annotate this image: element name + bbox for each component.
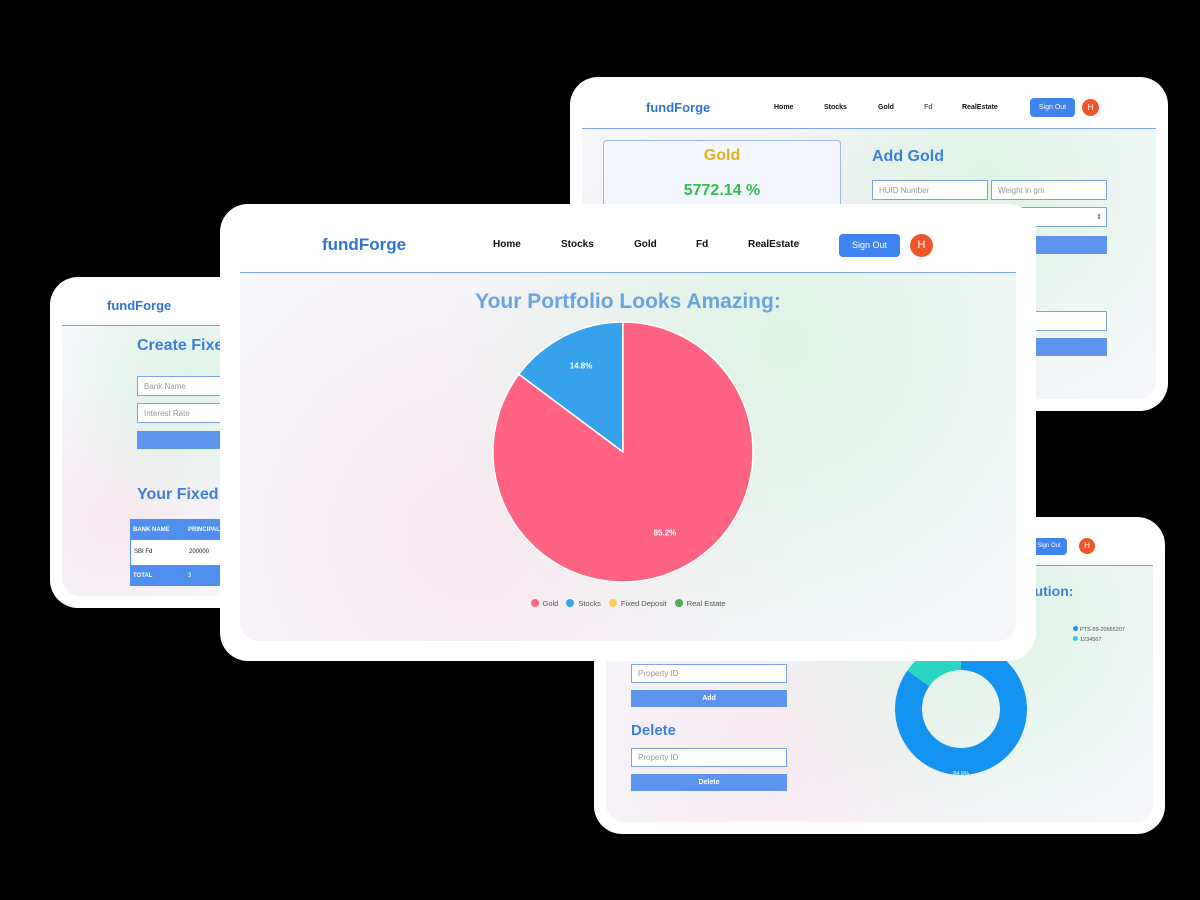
user-avatar[interactable]: H <box>1079 538 1095 554</box>
gold-summary-value: 5772.14 % <box>683 182 761 199</box>
logo[interactable]: fundForge <box>107 298 171 313</box>
weight-input[interactable]: Weight in gm <box>991 180 1107 200</box>
add-gold-title: Add Gold <box>872 148 944 165</box>
legend-label: Real Estate <box>686 598 726 608</box>
delete-property-button[interactable]: Delete <box>631 774 787 791</box>
legend-swatch <box>674 599 683 607</box>
main-navbar: fundForge Home Stocks Gold Fd RealEstate… <box>240 216 1016 273</box>
sign-out-button[interactable]: Sign Out <box>1031 538 1067 555</box>
legend-item-stocks[interactable]: Stocks <box>566 599 601 608</box>
legend-item-gold[interactable]: Gold <box>530 598 559 608</box>
huid-input[interactable]: HUID Number <box>872 180 988 200</box>
nav-fd[interactable]: Fd <box>696 239 708 250</box>
donut-legend: PTS-89-20665207 1234567 <box>1073 625 1125 645</box>
create-fd-title: Create Fixe <box>137 337 224 354</box>
nav-gold[interactable]: Gold <box>634 239 657 250</box>
header-principal: PRINCIPAL <box>188 527 220 533</box>
legend-label: 1234567 <box>1080 637 1102 643</box>
nav-home[interactable]: Home <box>493 239 521 250</box>
legend-item[interactable]: 1234567 <box>1073 635 1125 645</box>
nav-realestate[interactable]: RealEstate <box>748 239 799 250</box>
sign-out-button[interactable]: Sign Out <box>1030 98 1075 117</box>
legend-item-fixed-deposit[interactable]: Fixed Deposit <box>608 598 667 608</box>
legend-swatch <box>566 599 575 607</box>
legend-label: Stocks <box>578 598 601 608</box>
nav-fd[interactable]: Fd <box>924 104 933 111</box>
legend-swatch <box>608 599 617 607</box>
legend-swatch <box>1073 636 1078 641</box>
logo[interactable]: fundForge <box>322 235 406 255</box>
legend-item[interactable]: PTS-89-20665207 <box>1073 625 1125 635</box>
legend-label: PTS-89-20665207 <box>1080 627 1125 633</box>
total-value: 3 <box>188 573 192 579</box>
header-bank-name: BANK NAME <box>133 527 170 533</box>
add-property-button[interactable]: Add <box>631 690 787 707</box>
nav-stocks[interactable]: Stocks <box>561 239 594 250</box>
delete-title: Delete <box>631 722 677 739</box>
fd-navbar: fundForge <box>62 289 243 326</box>
pie-value-label: 14.8% <box>570 361 593 370</box>
legend-label: Fixed Deposit <box>620 598 667 608</box>
stepper-icon[interactable]: ⇕ <box>1096 213 1102 221</box>
nav-stocks[interactable]: Stocks <box>824 104 847 111</box>
pie-value-label: 85.2% <box>654 529 677 538</box>
cell-bank-name: SBI Fd <box>134 549 153 555</box>
gold-navbar: fundForge Home Stocks Gold Fd RealEstate… <box>582 89 1156 129</box>
donut-value-label: 84.9% <box>953 771 969 777</box>
gold-summary-title: Gold <box>703 147 741 164</box>
sign-out-button[interactable]: Sign Out <box>839 234 900 257</box>
cell-principal: 200000 <box>189 549 210 555</box>
portfolio-heading: Your Portfolio Looks Amazing: <box>475 290 781 313</box>
property-id-input[interactable]: Property ID <box>631 664 787 683</box>
nav-realestate[interactable]: RealEstate <box>962 104 998 111</box>
logo[interactable]: fundForge <box>646 100 710 115</box>
delete-property-id-input[interactable]: Property ID <box>631 748 787 767</box>
legend-swatch <box>530 599 539 607</box>
portfolio-pie-chart: 14.8% 85.2% <box>492 321 754 583</box>
nav-gold[interactable]: Gold <box>878 104 894 111</box>
main-window: fundForge Home Stocks Gold Fd RealEstate… <box>220 204 1036 661</box>
total-label: TOTAL <box>133 573 153 579</box>
fd-window-body: fundForge Create Fixe Bank Name Interest… <box>62 289 243 596</box>
pie-legend: Gold Stocks Fixed Deposit Real Estate <box>240 594 1016 612</box>
fixed-deposits-title: Your Fixed I <box>137 486 228 503</box>
user-avatar[interactable]: H <box>1082 99 1099 116</box>
nav-home[interactable]: Home <box>774 104 793 111</box>
legend-label: Gold <box>542 598 559 608</box>
user-avatar[interactable]: H <box>910 234 933 257</box>
legend-swatch <box>1073 626 1078 631</box>
main-window-body: fundForge Home Stocks Gold Fd RealEstate… <box>240 216 1016 641</box>
legend-item-real-estate[interactable]: Real Estate <box>674 598 726 608</box>
